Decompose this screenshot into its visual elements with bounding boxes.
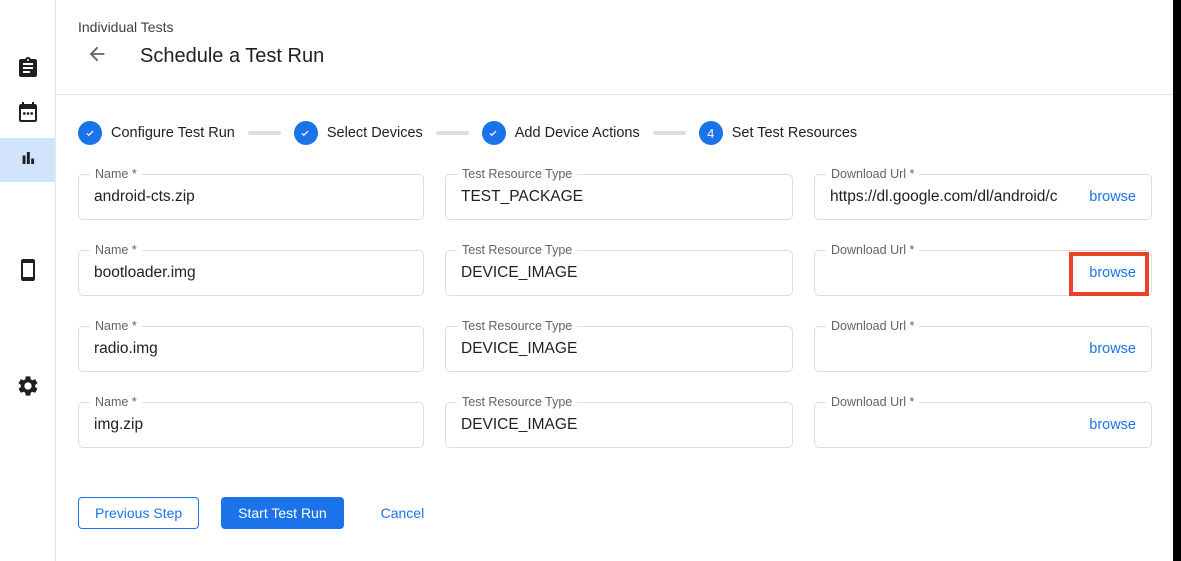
name-value: radio.img	[94, 340, 408, 358]
bar-chart-icon	[16, 146, 40, 175]
step-connector	[653, 131, 686, 135]
resource-type-value: TEST_PACKAGE	[461, 188, 777, 206]
name-label: Name *	[90, 242, 142, 259]
name-value: bootloader.img	[94, 264, 408, 282]
step-label: Select Devices	[327, 125, 423, 141]
resource-type-input[interactable]: Test Resource Type DEVICE_IMAGE	[445, 402, 793, 448]
resource-type-input[interactable]: Test Resource Type DEVICE_IMAGE	[445, 326, 793, 372]
test-resources-form: Name * android-cts.zip Test Resource Typ…	[78, 174, 1152, 448]
start-test-run-button[interactable]: Start Test Run	[221, 497, 343, 529]
back-button[interactable]	[85, 44, 109, 68]
step-label: Configure Test Run	[111, 125, 235, 141]
download-url-input[interactable]: Download Url * browse	[814, 402, 1152, 448]
check-icon	[482, 121, 506, 145]
download-url-input[interactable]: Download Url * browse	[814, 250, 1152, 296]
sidebar-item-test-runs[interactable]	[0, 138, 55, 182]
browse-button[interactable]: browse	[1089, 341, 1136, 357]
assignment-icon	[16, 56, 40, 85]
page-title: Schedule a Test Run	[140, 45, 324, 68]
resource-type-label: Test Resource Type	[457, 394, 577, 411]
main-content: Individual Tests Schedule a Test Run Con…	[56, 0, 1173, 561]
sidebar	[0, 0, 56, 561]
step-connector	[248, 131, 281, 135]
resource-type-value: DEVICE_IMAGE	[461, 416, 777, 434]
resource-type-label: Test Resource Type	[457, 318, 577, 335]
step-number-badge: 4	[699, 121, 723, 145]
step-label: Add Device Actions	[515, 125, 640, 141]
step-configure-test-run[interactable]: Configure Test Run	[78, 121, 235, 145]
breadcrumb: Individual Tests	[78, 0, 1173, 35]
arrow-back-icon	[86, 43, 108, 70]
calendar-icon	[16, 100, 40, 129]
download-url-value: https://dl.google.com/dl/android/c	[830, 188, 1081, 206]
page-header: Individual Tests Schedule a Test Run	[56, 0, 1173, 95]
previous-step-button[interactable]: Previous Step	[78, 497, 199, 529]
window-edge-strip	[1173, 0, 1181, 561]
step-add-device-actions[interactable]: Add Device Actions	[482, 121, 640, 145]
check-icon	[294, 121, 318, 145]
download-url-label: Download Url *	[826, 318, 919, 335]
resource-type-label: Test Resource Type	[457, 242, 577, 259]
name-label: Name *	[90, 166, 142, 183]
download-url-label: Download Url *	[826, 166, 919, 183]
resource-type-input[interactable]: Test Resource Type TEST_PACKAGE	[445, 174, 793, 220]
step-select-devices[interactable]: Select Devices	[294, 121, 423, 145]
browse-button[interactable]: browse	[1089, 265, 1136, 281]
name-input[interactable]: Name * bootloader.img	[78, 250, 424, 296]
name-input[interactable]: Name * img.zip	[78, 402, 424, 448]
resource-type-value: DEVICE_IMAGE	[461, 340, 777, 358]
cancel-button[interactable]: Cancel	[381, 497, 425, 529]
name-input[interactable]: Name * android-cts.zip	[78, 174, 424, 220]
sidebar-item-tests[interactable]	[0, 48, 55, 92]
sidebar-item-plans[interactable]	[0, 92, 55, 136]
name-label: Name *	[90, 318, 142, 335]
name-input[interactable]: Name * radio.img	[78, 326, 424, 372]
step-set-test-resources[interactable]: 4 Set Test Resources	[699, 121, 857, 145]
browse-button[interactable]: browse	[1089, 417, 1136, 433]
resource-type-value: DEVICE_IMAGE	[461, 264, 777, 282]
action-bar: Previous Step Start Test Run Cancel	[78, 497, 1152, 529]
sidebar-item-settings[interactable]	[0, 366, 55, 410]
name-value: img.zip	[94, 416, 408, 434]
name-label: Name *	[90, 394, 142, 411]
step-connector	[436, 131, 469, 135]
check-icon	[78, 121, 102, 145]
download-url-input[interactable]: Download Url * browse	[814, 326, 1152, 372]
name-value: android-cts.zip	[94, 188, 408, 206]
sidebar-item-devices[interactable]	[0, 250, 55, 294]
smartphone-icon	[16, 258, 40, 287]
resource-type-label: Test Resource Type	[457, 166, 577, 183]
resource-type-input[interactable]: Test Resource Type DEVICE_IMAGE	[445, 250, 793, 296]
download-url-label: Download Url *	[826, 242, 919, 259]
step-label: Set Test Resources	[732, 125, 857, 141]
stepper: Configure Test Run Select Devices Add De…	[78, 121, 1152, 145]
download-url-label: Download Url *	[826, 394, 919, 411]
app-window: Individual Tests Schedule a Test Run Con…	[0, 0, 1181, 561]
browse-button[interactable]: browse	[1089, 189, 1136, 205]
download-url-input[interactable]: Download Url * https://dl.google.com/dl/…	[814, 174, 1152, 220]
settings-gear-icon	[16, 374, 40, 403]
